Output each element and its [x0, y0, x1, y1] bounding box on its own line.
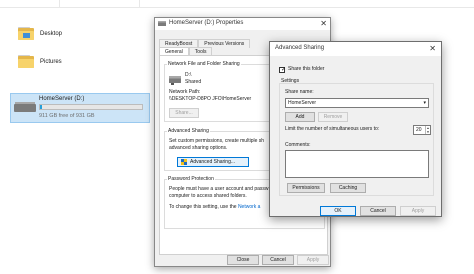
password-protection-heading: Password Protection	[167, 176, 215, 182]
close-icon[interactable]: ✕	[429, 44, 436, 53]
drive-free-space: 911 GB free of 931 GB	[39, 113, 95, 119]
pictures-folder-icon	[18, 55, 34, 68]
drive-homeserver[interactable]: HomeServer (D:) 911 GB free of 931 GB	[10, 93, 150, 123]
desktop-folder-icon	[18, 27, 34, 40]
shared-drive-icon	[169, 76, 181, 85]
advanced-sharing-text-1: Set custom permissions, create multiple …	[169, 138, 265, 144]
user-limit-label: Limit the number of simultaneous users t…	[285, 126, 380, 132]
network-path-label: Network Path:	[169, 89, 201, 95]
apply-button[interactable]: Apply	[297, 255, 329, 265]
folder-pictures[interactable]: Pictures	[18, 55, 62, 68]
advanced-sharing-button-label: Advanced Sharing...	[190, 159, 236, 165]
advanced-sharing-heading: Advanced Sharing	[167, 128, 210, 134]
ok-button[interactable]: OK	[320, 206, 356, 216]
network-sharing-heading: Network File and Folder Sharing	[167, 61, 241, 67]
cancel-button[interactable]: Cancel	[262, 255, 294, 265]
hard-drive-icon	[14, 100, 36, 114]
properties-titlebar: HomeServer (D:) Properties ✕	[155, 18, 330, 30]
password-text-1: People must have a user account and pass…	[169, 186, 269, 192]
password-text-3-prefix: To change this setting, use the	[169, 204, 238, 210]
comments-label: Comments:	[285, 142, 311, 148]
properties-title: HomeServer (D:) Properties	[169, 20, 244, 26]
cancel-button[interactable]: Cancel	[360, 206, 396, 216]
share-name-select[interactable]: HomeServer ▾	[285, 98, 429, 108]
add-button[interactable]: Add	[285, 112, 315, 122]
advanced-sharing-text-2: advanced sharing options.	[169, 145, 228, 151]
advanced-sharing-dialog: Advanced Sharing ✕ ✓ Share this folder S…	[269, 41, 442, 217]
password-text-2: computer to access shared folders.	[169, 193, 247, 199]
checkmark-icon: ✓	[281, 67, 287, 73]
chevron-down-icon: ▾	[423, 100, 426, 106]
user-limit-spinner[interactable]: 20 ▲ ▼	[413, 125, 431, 135]
advanced-sharing-titlebar: Advanced Sharing ✕	[270, 42, 441, 56]
advanced-sharing-title: Advanced Sharing	[275, 45, 325, 51]
folder-label: Pictures	[40, 58, 62, 65]
spinner-arrows-icon[interactable]: ▲ ▼	[425, 126, 430, 134]
share-button[interactable]: Share...	[169, 108, 199, 118]
folder-desktop[interactable]: Desktop	[18, 27, 62, 40]
folder-label: Desktop	[40, 30, 63, 37]
drive-share-status: Shared	[185, 79, 202, 85]
close-icon[interactable]: ✕	[320, 19, 327, 28]
apply-button[interactable]: Apply	[400, 206, 436, 216]
share-this-folder-label: Share this folder	[288, 66, 325, 72]
drive-usage-fill	[40, 105, 43, 109]
column-header-bar	[0, 0, 474, 8]
caching-button[interactable]: Caching	[330, 183, 366, 193]
user-limit-value: 20	[416, 127, 422, 133]
network-path-value: \\DESKTOP-D8PO JFO\HomeServer	[169, 96, 252, 102]
share-name-label: Share name:	[285, 89, 314, 95]
shield-icon	[181, 159, 187, 165]
share-name-value: HomeServer	[288, 100, 317, 106]
network-and-sharing-link[interactable]: Network a	[238, 204, 261, 210]
close-button[interactable]: Close	[227, 255, 259, 265]
drive-letter: D:\	[185, 72, 192, 78]
permissions-button[interactable]: Permissions	[287, 183, 325, 193]
password-text-3: To change this setting, use the Network …	[169, 204, 260, 211]
drive-usage-bar	[39, 104, 143, 110]
remove-button[interactable]: Remove	[318, 112, 348, 122]
drive-name: HomeServer (D:)	[39, 96, 85, 102]
drive-icon	[158, 21, 166, 26]
share-this-folder-checkbox[interactable]: ✓	[279, 67, 287, 73]
advanced-sharing-button[interactable]: Advanced Sharing...	[177, 157, 249, 167]
comments-textarea[interactable]	[285, 150, 429, 178]
